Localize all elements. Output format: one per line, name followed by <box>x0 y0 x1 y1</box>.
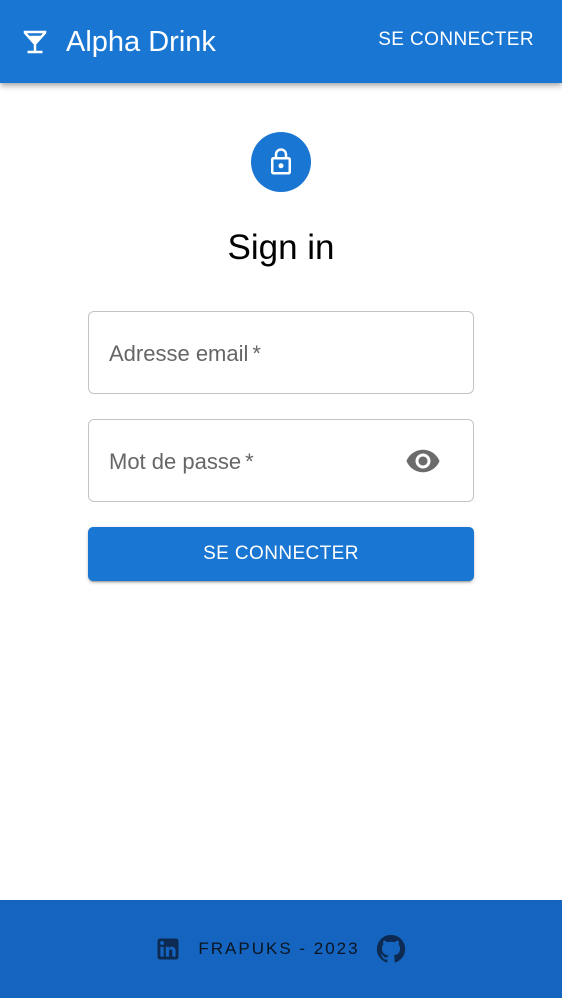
footer: FRAPUKS - 2023 <box>0 900 562 998</box>
github-icon[interactable] <box>374 932 408 966</box>
lock-avatar <box>251 132 311 192</box>
footer-content: FRAPUKS - 2023 <box>0 900 562 998</box>
brand[interactable]: Alpha Drink <box>20 22 216 62</box>
cocktail-glass-icon <box>20 27 50 57</box>
submit-login-button[interactable]: SE CONNECTER <box>88 527 474 581</box>
header-login-button[interactable]: SE CONNECTER <box>378 25 534 55</box>
page-title: Sign in <box>227 228 335 267</box>
email-field[interactable]: Adresse email * <box>88 311 474 394</box>
lock-icon <box>266 147 296 177</box>
linkedin-icon[interactable] <box>154 935 182 963</box>
email-label-text: Adresse email <box>109 340 249 366</box>
password-field[interactable]: Mot de passe * <box>88 419 474 502</box>
app-title: Alpha Drink <box>66 25 216 58</box>
password-label: Mot de passe * <box>109 420 254 503</box>
required-mark: * <box>245 448 254 474</box>
password-label-text: Mot de passe <box>109 448 242 474</box>
footer-copyright: FRAPUKS - 2023 <box>198 939 360 958</box>
eye-icon[interactable] <box>405 446 441 476</box>
required-mark: * <box>252 340 261 366</box>
email-label: Adresse email * <box>109 312 261 395</box>
page: Alpha Drink SE CONNECTER Sign in Adresse… <box>0 0 562 998</box>
app-bar: Alpha Drink SE CONNECTER <box>0 0 562 83</box>
